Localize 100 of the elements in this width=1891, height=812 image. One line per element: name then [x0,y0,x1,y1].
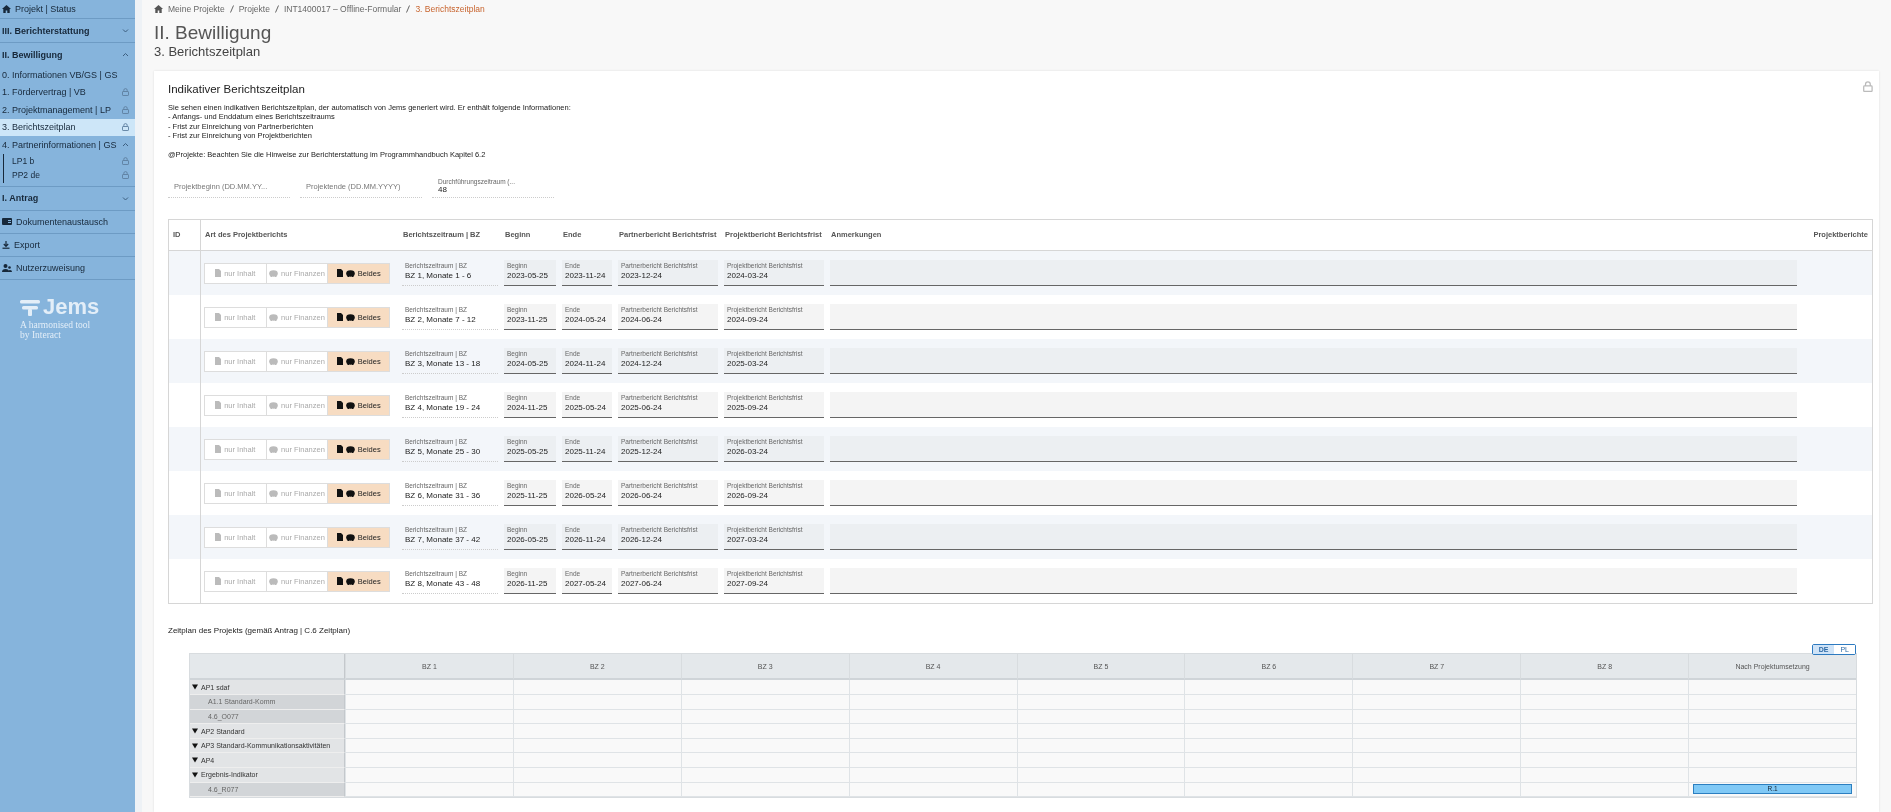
home-icon [154,5,163,13]
sidebar-item[interactable]: 3. Berichtszeitplan [0,118,135,136]
separator-icon [229,5,234,13]
coins-icon [269,401,279,409]
field-value: BZ 2, Monate 7 - 12 [405,315,477,325]
home-icon [2,5,11,13]
field-value: BZ 6, Monate 31 - 36 [405,491,482,501]
field-value: 2025-12-24 [621,447,663,457]
notes-field[interactable] [830,260,1797,287]
field-value: 2024-12-24 [621,359,663,369]
coins-icon [345,313,355,321]
field-value: 2026-06-24 [621,491,663,501]
field-value: BZ 1, Monate 1 - 6 [405,271,473,281]
sidebar-item[interactable]: Projekt | Status [0,0,135,19]
notes-field[interactable] [830,568,1797,595]
breadcrumb-link[interactable]: Projekte [238,4,270,14]
field-value: 2027-09-24 [727,579,769,589]
file-icon [215,401,222,410]
field-value: 2025-11-24 [565,447,607,457]
field-value: 2023-11-24 [565,271,607,281]
sidebar-item[interactable]: Export [0,233,135,257]
file-icon [336,313,343,322]
field-value: 2024-09-24 [727,315,769,325]
field-value: 2024-11-25 [507,403,549,413]
notes-field[interactable] [830,304,1797,331]
file-icon [215,533,222,542]
separator-icon [274,5,279,13]
field-value: 2026-11-24 [565,535,607,545]
file-icon [336,577,343,586]
sidebar-item[interactable]: LP1 b [10,153,135,168]
notes-field[interactable] [830,524,1797,551]
file-icon [215,577,222,586]
field-value: 2027-03-24 [727,535,769,545]
field-value: 2023-05-25 [507,271,549,281]
page-title: II. Bewilligung [154,22,273,44]
notes-field[interactable] [830,480,1797,507]
coins-icon [345,533,355,541]
field-value: BZ 4, Monate 19 - 24 [405,403,482,413]
field-value: 2026-05-24 [565,491,607,501]
coins-icon [345,489,355,497]
notes-field[interactable] [830,348,1797,375]
sidebar-item[interactable]: 0. Informationen VB/GS | GS [0,66,135,84]
coins-icon [269,533,279,541]
field-value: 2024-05-25 [507,359,549,369]
breadcrumb-link[interactable]: 3. Berichtszeitplan [415,4,485,14]
logo-tagline: by Interact [20,329,62,340]
breadcrumb-link[interactable]: Meine Projekte [168,4,225,14]
card-title: Indikativer Berichtszeitplan [168,83,305,95]
download-icon [2,240,10,249]
notes-field[interactable] [830,436,1797,463]
sidebar-item[interactable]: 2. Projektmanagement | LP [0,101,135,119]
field-value: 2023-12-24 [621,271,663,281]
field-value: 48 [438,185,447,195]
coins-icon [269,577,279,585]
field-value: 2024-03-24 [727,271,769,281]
sidebar-item[interactable]: 1. Fördervertrag | VB [0,83,135,101]
sidebar-item[interactable]: I. Antrag [0,186,135,211]
coins-icon [269,357,279,365]
field-value: 2027-05-24 [565,579,607,589]
notes-field[interactable] [830,392,1797,419]
separator-icon [406,5,411,13]
coins-icon [345,357,355,365]
field-value: 2026-09-24 [727,491,769,501]
field-value: BZ 7, Monate 37 - 42 [405,535,482,545]
field-value: BZ 3, Monate 13 - 18 [405,359,482,369]
coins-icon [345,401,355,409]
field-value: 2025-05-24 [565,403,607,413]
field-value: 2026-11-25 [507,579,549,589]
file-icon [215,445,222,454]
file-icon [336,357,343,366]
file-icon [215,269,222,278]
file-icon [215,489,222,498]
breadcrumb-link[interactable]: INT1400017 – Offline-Formular [283,4,402,14]
sidebar-item[interactable]: PP2 de [10,168,135,183]
users-icon [2,263,12,272]
coins-icon [269,313,279,321]
field-value: 2025-11-25 [507,491,549,501]
field-value: 2026-12-24 [621,535,663,545]
sidebar-item[interactable]: Dokumentenaustausch [0,210,135,234]
file-icon [336,489,343,498]
field-value: 2024-11-24 [565,359,607,369]
coins-icon [345,445,355,453]
logo-tagline: A harmonised tool [20,319,92,330]
field-value: 2024-05-24 [565,315,607,325]
coins-icon [269,445,279,453]
file-icon [215,357,222,366]
field-value: 2025-06-24 [621,403,663,413]
field-value: BZ 5, Monate 25 - 30 [405,447,482,457]
section-title: Zeitplan des Projekts (gemäß Antrag | C.6 Zeitplan) [168,626,352,636]
sidebar-item[interactable]: II. Bewilligung [0,43,135,66]
file-icon [336,445,343,454]
logo-icon [20,297,40,316]
file-icon [336,269,343,278]
field-value: 2027-06-24 [621,579,663,589]
file-icon [336,533,343,542]
sidebar-item[interactable]: Nutzerzuweisung [0,256,135,280]
sidebar-item[interactable]: 4. Partnerinformationen | GS [0,136,135,154]
field-value: 2025-09-24 [727,403,769,413]
sidebar-item[interactable]: III. Berichterstattung [0,19,135,43]
field-value: 2024-06-24 [621,315,663,325]
